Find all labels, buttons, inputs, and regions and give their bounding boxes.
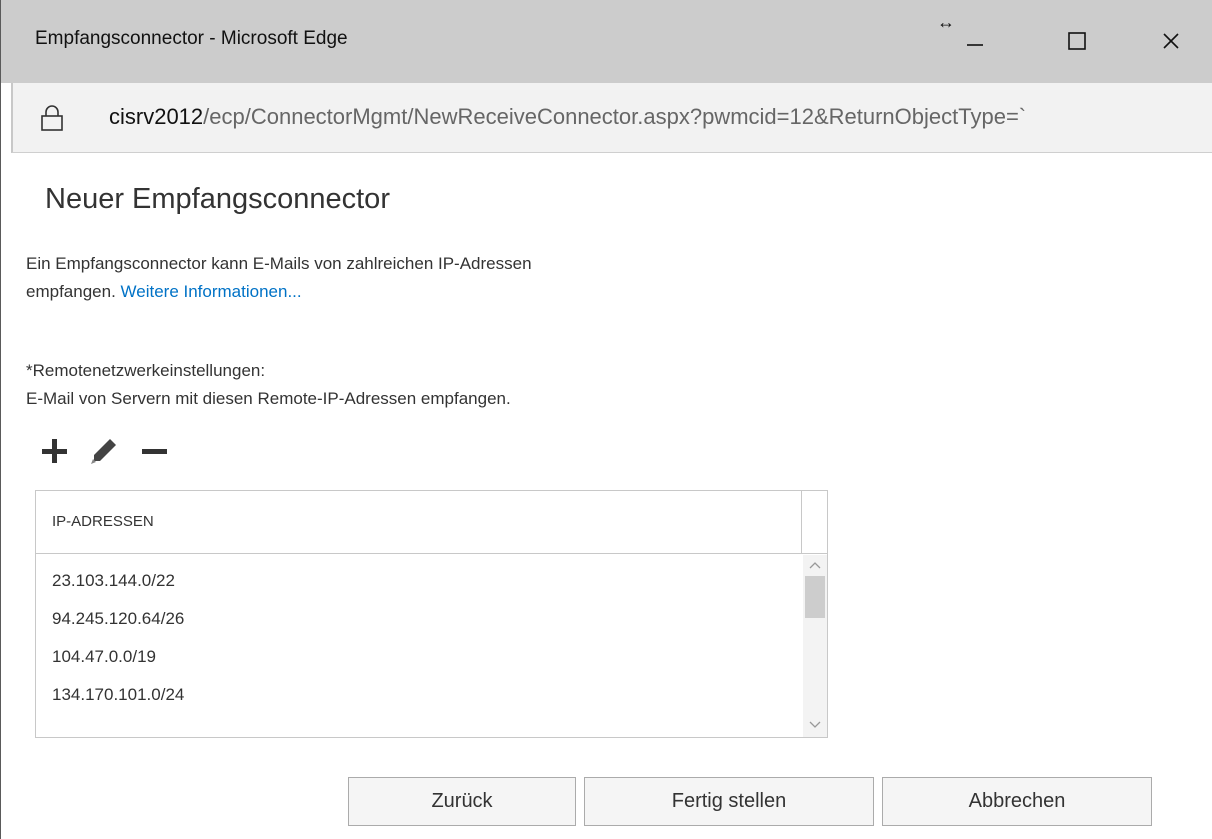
maximize-icon [1068, 32, 1086, 50]
title-bar[interactable]: Empfangsconnector - Microsoft Edge ↔ [1, 0, 1212, 83]
add-button[interactable] [39, 436, 71, 466]
lock-icon [41, 105, 63, 131]
pencil-icon [91, 439, 116, 464]
table-header-spacer [802, 491, 827, 554]
plus-icon [42, 439, 67, 463]
minus-icon [142, 449, 167, 454]
minimize-button[interactable] [945, 18, 1005, 62]
remote-settings-label: *Remotenetzwerkeinstellungen: [26, 361, 266, 380]
more-info-link[interactable]: Weitere Informationen... [121, 282, 302, 301]
description: Ein Empfangsconnector kann E-Mails von z… [26, 250, 786, 306]
table-header[interactable]: IP-ADRESSEN [36, 491, 802, 554]
chevron-down-icon [809, 721, 821, 728]
table-row[interactable]: 134.170.101.0/24 [36, 677, 802, 715]
edit-button[interactable] [88, 436, 120, 466]
table-row[interactable]: 104.47.0.0/19 [36, 639, 802, 677]
cancel-button[interactable]: Abbrechen [882, 777, 1152, 826]
table-scrollbar[interactable] [803, 555, 827, 737]
description-text: empfangen. [26, 282, 121, 301]
url-text[interactable]: cisrv2012/ecp/ConnectorMgmt/NewReceiveCo… [109, 104, 1189, 130]
window-title: Empfangsconnector - Microsoft Edge [35, 28, 348, 49]
browser-window: Empfangsconnector - Microsoft Edge ↔ cis… [0, 0, 1212, 839]
minimize-icon [967, 44, 983, 46]
remote-settings-hint: E-Mail von Servern mit diesen Remote-IP-… [26, 389, 511, 408]
ip-cell: 94.245.120.64/26 [52, 609, 185, 628]
table-row[interactable]: 23.103.144.0/22 [36, 563, 802, 601]
table-row[interactable]: 94.245.120.64/26 [36, 601, 802, 639]
ip-cell: 134.170.101.0/24 [52, 685, 185, 704]
maximize-button[interactable] [1047, 18, 1107, 62]
close-button[interactable] [1141, 18, 1201, 62]
scrollbar-thumb[interactable] [805, 576, 825, 618]
url-path: /ecp/ConnectorMgmt/NewReceiveConnector.a… [203, 104, 1027, 129]
dialog-content: Neuer Empfangsconnector Ein Empfangsconn… [1, 153, 1212, 839]
table-body: 23.103.144.0/22 94.245.120.64/26 104.47.… [36, 555, 802, 737]
url-host: cisrv2012 [109, 104, 204, 129]
scroll-up-button[interactable] [803, 555, 827, 575]
description-line-2: empfangen. Weitere Informationen... [26, 278, 786, 306]
remove-button[interactable] [139, 436, 171, 466]
page-title: Neuer Empfangsconnector [45, 183, 390, 215]
close-icon [1163, 33, 1179, 49]
chevron-up-icon [809, 562, 821, 569]
back-button[interactable]: Zurück [348, 777, 576, 826]
ip-cell: 104.47.0.0/19 [52, 647, 156, 666]
ip-cell: 23.103.144.0/22 [52, 571, 175, 590]
remote-network-settings: *Remotenetzwerkeinstellungen: E-Mail von… [26, 357, 511, 413]
ip-address-table: IP-ADRESSEN 23.103.144.0/22 94.245.120.6… [35, 490, 828, 738]
description-line-1: Ein Empfangsconnector kann E-Mails von z… [26, 254, 532, 273]
finish-button[interactable]: Fertig stellen [584, 777, 874, 826]
column-header-ip: IP-ADRESSEN [52, 513, 154, 530]
scroll-down-button[interactable] [803, 715, 827, 735]
address-bar[interactable]: cisrv2012/ecp/ConnectorMgmt/NewReceiveCo… [11, 83, 1212, 153]
